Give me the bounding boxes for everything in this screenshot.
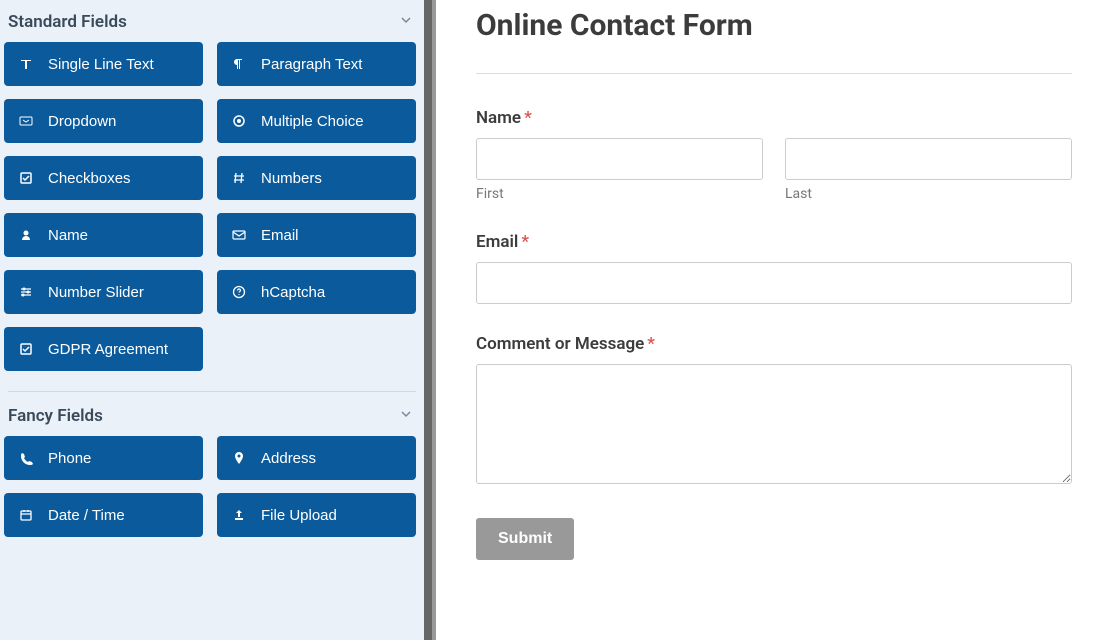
field-label: Dropdown — [48, 113, 116, 130]
field-label: GDPR Agreement — [48, 341, 168, 358]
number-slider-field[interactable]: Number Slider — [4, 270, 203, 314]
section-title: Standard Fields — [8, 12, 127, 32]
checkboxes-field[interactable]: Checkboxes — [4, 156, 203, 200]
user-icon — [18, 227, 34, 243]
field-label: Numbers — [261, 170, 322, 187]
phone-field[interactable]: Phone — [4, 436, 203, 480]
submit-button[interactable]: Submit — [476, 518, 574, 560]
multiple-choice-field[interactable]: Multiple Choice — [217, 99, 416, 143]
fancy-fields-grid: Phone Address Date / Time File Upload — [4, 436, 420, 555]
field-label: Phone — [48, 450, 91, 467]
first-name-input[interactable] — [476, 138, 763, 180]
fields-sidebar: Standard Fields Single Line Text Paragra… — [0, 0, 432, 640]
title-divider — [476, 73, 1072, 74]
question-icon — [231, 284, 247, 300]
standard-fields-grid: Single Line Text Paragraph Text Dropdown… — [4, 42, 420, 389]
fancy-fields-header[interactable]: Fancy Fields — [4, 394, 420, 436]
chevron-down-icon — [400, 408, 412, 424]
paragraph-icon — [231, 56, 247, 72]
dropdown-field[interactable]: Dropdown — [4, 99, 203, 143]
last-sublabel: Last — [785, 186, 1072, 202]
field-label: File Upload — [261, 507, 337, 524]
email-field-btn[interactable]: Email — [217, 213, 416, 257]
email-input[interactable] — [476, 262, 1072, 304]
phone-icon — [18, 450, 34, 466]
upload-icon — [231, 507, 247, 523]
form-comment-field: Comment or Message* — [476, 334, 1072, 488]
hcaptcha-field[interactable]: hCaptcha — [217, 270, 416, 314]
email-label: Email* — [476, 232, 1072, 252]
pin-icon — [231, 450, 247, 466]
field-label: Name — [48, 227, 88, 244]
comment-label: Comment or Message* — [476, 334, 1072, 354]
numbers-field[interactable]: Numbers — [217, 156, 416, 200]
paragraph-text-field[interactable]: Paragraph Text — [217, 42, 416, 86]
hash-icon — [231, 170, 247, 186]
field-label: Paragraph Text — [261, 56, 362, 73]
date-time-field[interactable]: Date / Time — [4, 493, 203, 537]
field-label: Number Slider — [48, 284, 144, 301]
field-label: Date / Time — [48, 507, 125, 524]
field-label: Multiple Choice — [261, 113, 364, 130]
form-preview: Online Contact Form Name* First Last Ema… — [432, 0, 1116, 640]
name-label: Name* — [476, 108, 1072, 128]
standard-fields-header[interactable]: Standard Fields — [4, 0, 420, 42]
comment-textarea[interactable] — [476, 364, 1072, 484]
section-divider — [8, 391, 416, 392]
field-label: Checkboxes — [48, 170, 131, 187]
calendar-icon — [18, 507, 34, 523]
dropdown-icon — [18, 113, 34, 129]
required-marker: * — [521, 232, 529, 252]
form-name-field: Name* First Last — [476, 108, 1072, 202]
address-field[interactable]: Address — [217, 436, 416, 480]
radio-icon — [231, 113, 247, 129]
required-marker: * — [524, 108, 532, 128]
first-sublabel: First — [476, 186, 763, 202]
field-label: Address — [261, 450, 316, 467]
slider-icon — [18, 284, 34, 300]
field-label: Single Line Text — [48, 56, 154, 73]
field-label: Email — [261, 227, 299, 244]
text-icon — [18, 56, 34, 72]
single-line-text-field[interactable]: Single Line Text — [4, 42, 203, 86]
gdpr-agreement-field[interactable]: GDPR Agreement — [4, 327, 203, 371]
form-email-field: Email* — [476, 232, 1072, 304]
checkbox-icon — [18, 170, 34, 186]
required-marker: * — [647, 334, 655, 354]
name-field[interactable]: Name — [4, 213, 203, 257]
field-label: hCaptcha — [261, 284, 325, 301]
checkbox-icon — [18, 341, 34, 357]
envelope-icon — [231, 227, 247, 243]
chevron-down-icon — [400, 14, 412, 30]
last-name-input[interactable] — [785, 138, 1072, 180]
section-title: Fancy Fields — [8, 406, 103, 426]
form-title: Online Contact Form — [476, 8, 1072, 43]
file-upload-field[interactable]: File Upload — [217, 493, 416, 537]
